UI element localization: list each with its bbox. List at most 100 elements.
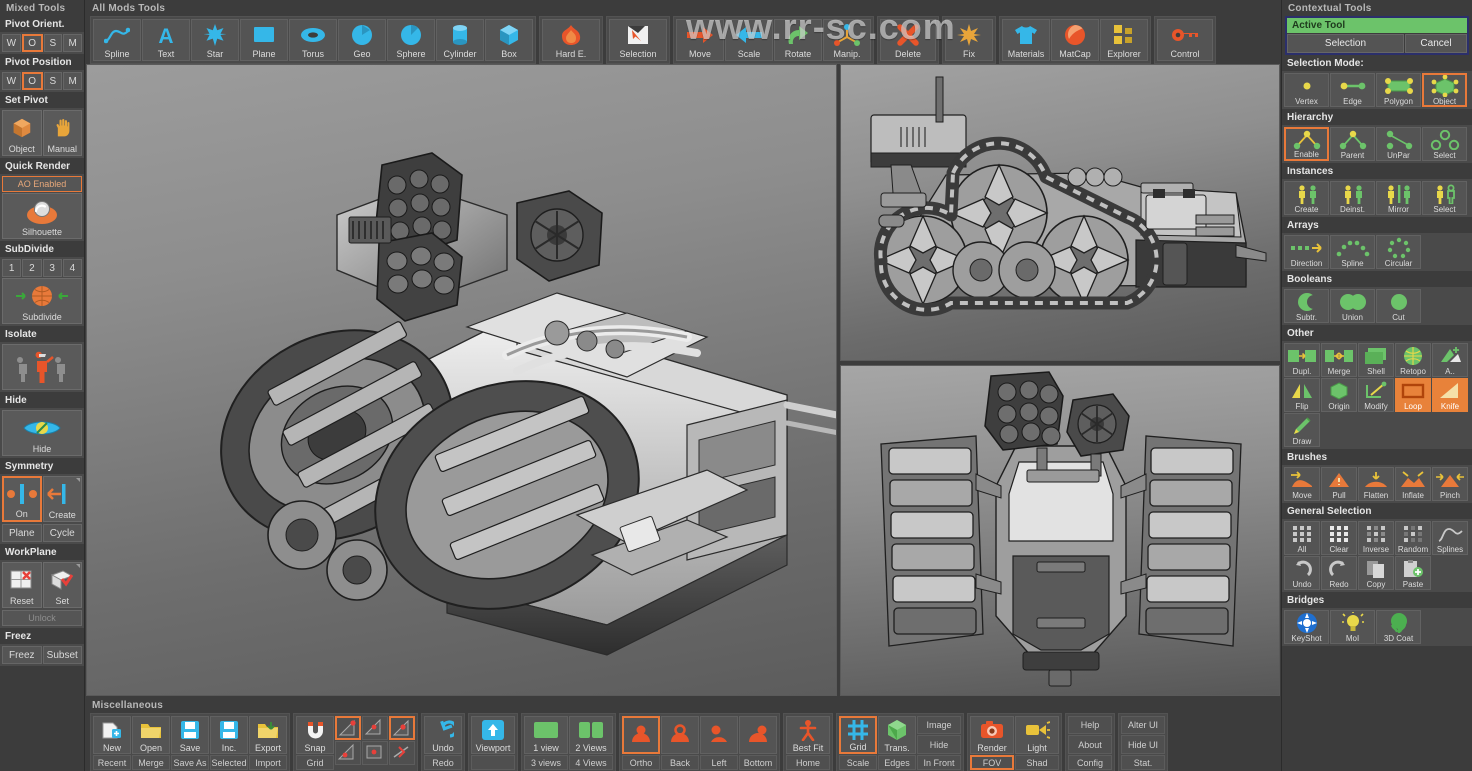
- set-pivot-manual-button[interactable]: Manual: [43, 110, 83, 156]
- polygon-mode-button[interactable]: Polygon: [1376, 73, 1421, 107]
- snap-edge-button[interactable]: [362, 716, 388, 740]
- instance-create-button[interactable]: Create: [1284, 181, 1329, 215]
- back-button[interactable]: [661, 716, 699, 754]
- add-button[interactable]: A..: [1432, 343, 1468, 377]
- pivot-position-s[interactable]: S: [44, 72, 63, 90]
- grid-snap-button[interactable]: Grid: [296, 755, 334, 770]
- symmetry-create-button[interactable]: Create: [43, 476, 83, 522]
- hide-image-button[interactable]: Hide: [917, 735, 961, 754]
- pivot-position-o[interactable]: O: [22, 72, 43, 90]
- brush-inflate-button[interactable]: Inflate: [1395, 467, 1431, 501]
- hide-button[interactable]: Hide: [2, 410, 82, 456]
- selected-button[interactable]: Selected: [210, 755, 248, 770]
- silhouette-button[interactable]: Silhouette: [2, 193, 82, 239]
- knife-button[interactable]: Knife: [1432, 378, 1468, 412]
- explorer-button[interactable]: Explorer: [1100, 19, 1148, 61]
- selection-button[interactable]: Selection: [609, 19, 667, 61]
- subdivide-level-1[interactable]: 1: [2, 259, 21, 277]
- instance-mirror-button[interactable]: Mirror: [1376, 181, 1421, 215]
- export-button[interactable]: Export: [249, 716, 287, 754]
- snap-pivot-button[interactable]: [389, 741, 415, 765]
- subdivide-level-4[interactable]: 4: [63, 259, 82, 277]
- inc-button[interactable]: Inc.: [210, 716, 248, 754]
- loop-button[interactable]: Loop: [1395, 378, 1431, 412]
- perspective-viewport[interactable]: [86, 64, 837, 696]
- brush-move-button[interactable]: Move: [1284, 467, 1320, 501]
- instance-deinst-button[interactable]: Deinst.: [1330, 181, 1375, 215]
- left-label[interactable]: Left: [700, 755, 738, 770]
- undo-button[interactable]: Undo: [424, 716, 462, 754]
- symmetry-on-button[interactable]: On: [2, 476, 42, 522]
- select-random-button[interactable]: Random: [1395, 521, 1431, 555]
- hierarchy-unparent-button[interactable]: UnPar: [1376, 127, 1421, 161]
- merge-button[interactable]: Merge: [1321, 343, 1357, 377]
- about-button[interactable]: About: [1068, 735, 1112, 754]
- isolate-button[interactable]: [2, 344, 82, 390]
- draw-button[interactable]: Draw: [1284, 413, 1320, 447]
- symmetry-plane-button[interactable]: Plane: [2, 524, 42, 542]
- keyshot-button[interactable]: KeyShot: [1284, 610, 1329, 644]
- array-direction-button[interactable]: Direction: [1284, 235, 1329, 269]
- box-button[interactable]: Box: [485, 19, 533, 61]
- ortho-button[interactable]: [622, 716, 660, 754]
- pivot-orient-m[interactable]: M: [63, 34, 82, 52]
- freez-subset-button[interactable]: Subset: [43, 646, 83, 664]
- instance-select-button[interactable]: Select: [1422, 181, 1467, 215]
- moi-button[interactable]: MoI: [1330, 610, 1375, 644]
- light-button[interactable]: Light: [1015, 716, 1059, 754]
- bottom-button[interactable]: [739, 716, 777, 754]
- array-circular-button[interactable]: Circular: [1376, 235, 1421, 269]
- sphere-button[interactable]: Sphere: [387, 19, 435, 61]
- snap-center-button[interactable]: [362, 741, 388, 765]
- subdivide-level-2[interactable]: 2: [22, 259, 41, 277]
- workplane-unlock-button[interactable]: Unlock: [2, 610, 82, 626]
- best-fit-button[interactable]: Best Fit: [786, 716, 830, 754]
- grid-button[interactable]: Grid: [839, 716, 877, 754]
- ao-enabled-toggle[interactable]: AO Enabled: [2, 176, 82, 192]
- move-button[interactable]: Move: [676, 19, 724, 61]
- three-views-button[interactable]: 3 views: [524, 755, 568, 770]
- undo-selection-button[interactable]: Undo: [1284, 556, 1320, 590]
- duplicate-button[interactable]: Dupl.: [1284, 343, 1320, 377]
- set-pivot-object-button[interactable]: Object: [2, 110, 42, 156]
- merge-button[interactable]: Merge: [132, 755, 170, 770]
- freez-button[interactable]: Freez: [2, 646, 42, 664]
- bool-subtract-button[interactable]: Subtr.: [1284, 289, 1329, 323]
- symmetry-cycle-button[interactable]: Cycle: [43, 524, 83, 542]
- one-view-button[interactable]: 1 view: [524, 716, 568, 754]
- delete-button[interactable]: Delete: [880, 19, 936, 61]
- subdivide-button[interactable]: Subdivide: [2, 278, 82, 324]
- hierarchy-enable-button[interactable]: Enable: [1284, 127, 1329, 161]
- render-button[interactable]: Render: [970, 716, 1014, 754]
- redo-selection-button[interactable]: Redo: [1321, 556, 1357, 590]
- two-views-button[interactable]: 2 Views: [569, 716, 613, 754]
- viewport-button[interactable]: Viewport: [471, 716, 515, 754]
- import-button[interactable]: Import: [249, 755, 287, 770]
- redo-button[interactable]: Redo: [424, 755, 462, 770]
- active-tool-name[interactable]: Selection: [1287, 34, 1404, 53]
- edge-mode-button[interactable]: Edge: [1330, 73, 1375, 107]
- origin-button[interactable]: Origin: [1321, 378, 1357, 412]
- copy-button[interactable]: Copy: [1358, 556, 1394, 590]
- flip-button[interactable]: Flip: [1284, 378, 1320, 412]
- top-viewport[interactable]: [840, 365, 1280, 696]
- open-button[interactable]: Open: [132, 716, 170, 754]
- fov-button[interactable]: FOV: [970, 755, 1014, 770]
- four-views-button[interactable]: 4 Views: [569, 755, 613, 770]
- array-spline-button[interactable]: Spline: [1330, 235, 1375, 269]
- scale-button[interactable]: Scale: [725, 19, 773, 61]
- pivot-orient-w[interactable]: W: [2, 34, 21, 52]
- brush-pinch-button[interactable]: Pinch: [1432, 467, 1468, 501]
- subdivide-level-3[interactable]: 3: [43, 259, 62, 277]
- hierarchy-parent-button[interactable]: Parent: [1330, 127, 1375, 161]
- torus-button[interactable]: Torus: [289, 19, 337, 61]
- in-front-button[interactable]: In Front: [917, 755, 961, 770]
- save-as-button[interactable]: Save As: [171, 755, 209, 770]
- home-button[interactable]: Home: [786, 755, 830, 770]
- save-button[interactable]: Save: [171, 716, 209, 754]
- materials-button[interactable]: Materials: [1002, 19, 1050, 61]
- select-clear-button[interactable]: Clear: [1321, 521, 1357, 555]
- fix-button[interactable]: Fix: [945, 19, 993, 61]
- side-viewport[interactable]: [840, 64, 1280, 361]
- cylinder-button[interactable]: Cylinder: [436, 19, 484, 61]
